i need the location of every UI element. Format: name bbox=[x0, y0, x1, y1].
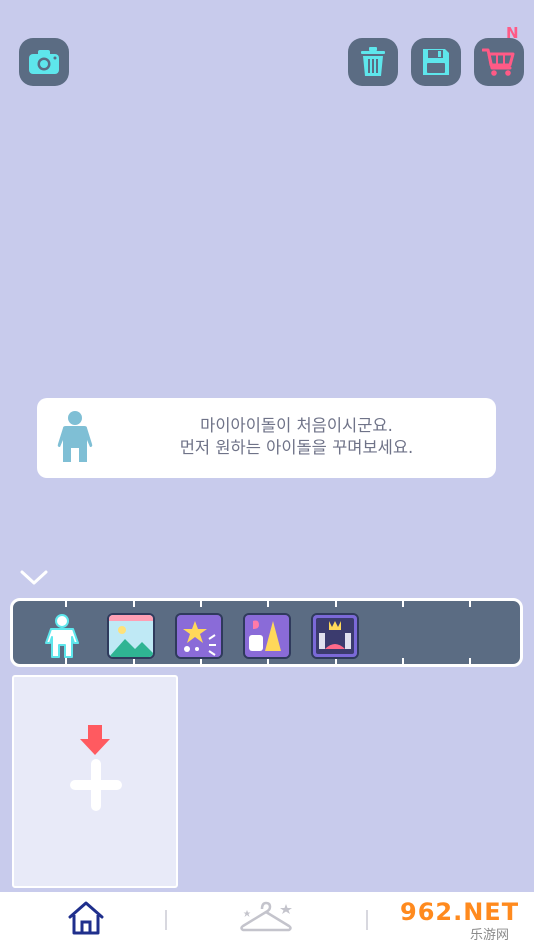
tray-tick bbox=[402, 601, 404, 607]
watermark-sub: 乐游网 bbox=[470, 928, 510, 943]
person-icon bbox=[57, 411, 93, 462]
category-effect-button[interactable] bbox=[175, 613, 223, 659]
tray-tick bbox=[402, 658, 404, 664]
site-watermark: 962.NET 乐游网 bbox=[394, 896, 532, 944]
add-idol-slot[interactable] bbox=[12, 675, 178, 888]
background-landscape-icon bbox=[109, 615, 153, 657]
save-button[interactable] bbox=[411, 38, 461, 86]
watermark-text: 962.NET bbox=[400, 898, 520, 926]
chevron-down-icon[interactable] bbox=[19, 568, 49, 588]
character-body-icon bbox=[45, 614, 79, 658]
tray-tick bbox=[335, 601, 337, 607]
tray-tick bbox=[200, 601, 202, 607]
add-plus-icon bbox=[70, 725, 122, 811]
camera-icon bbox=[29, 50, 59, 74]
tray-tick bbox=[267, 601, 269, 607]
cart-new-badge: N bbox=[506, 24, 519, 42]
home-icon[interactable] bbox=[66, 900, 106, 936]
category-stage-button[interactable] bbox=[311, 613, 359, 659]
tray-tick bbox=[469, 658, 471, 664]
welcome-toast: 마이아이돌이 처음이시군요. 먼저 원하는 아이돌을 꾸며보세요. bbox=[37, 398, 496, 478]
camera-button[interactable] bbox=[19, 38, 69, 86]
nav-divider bbox=[165, 910, 167, 930]
letter-sticker-icon bbox=[245, 615, 289, 657]
tray-tick bbox=[65, 601, 67, 607]
category-sticker-button[interactable] bbox=[243, 613, 291, 659]
floppy-disk-icon bbox=[423, 49, 449, 75]
star-effect-icon bbox=[177, 615, 221, 657]
shopping-cart-icon bbox=[482, 48, 515, 76]
trash-icon bbox=[361, 47, 385, 76]
nav-divider bbox=[366, 910, 368, 930]
delete-button[interactable] bbox=[348, 38, 398, 86]
category-character-button[interactable] bbox=[39, 613, 85, 659]
toast-line-2: 먼저 원하는 아이돌을 꾸며보세요. bbox=[179, 438, 414, 457]
category-background-button[interactable] bbox=[107, 613, 155, 659]
stage-frame-icon bbox=[313, 615, 357, 657]
category-tray bbox=[10, 598, 523, 667]
shop-button[interactable] bbox=[474, 38, 524, 86]
toast-line-1: 마이아이돌이 처음이시군요. bbox=[200, 416, 393, 435]
tray-tick bbox=[469, 601, 471, 607]
tray-tick bbox=[133, 601, 135, 607]
hanger-icon[interactable] bbox=[238, 900, 296, 934]
